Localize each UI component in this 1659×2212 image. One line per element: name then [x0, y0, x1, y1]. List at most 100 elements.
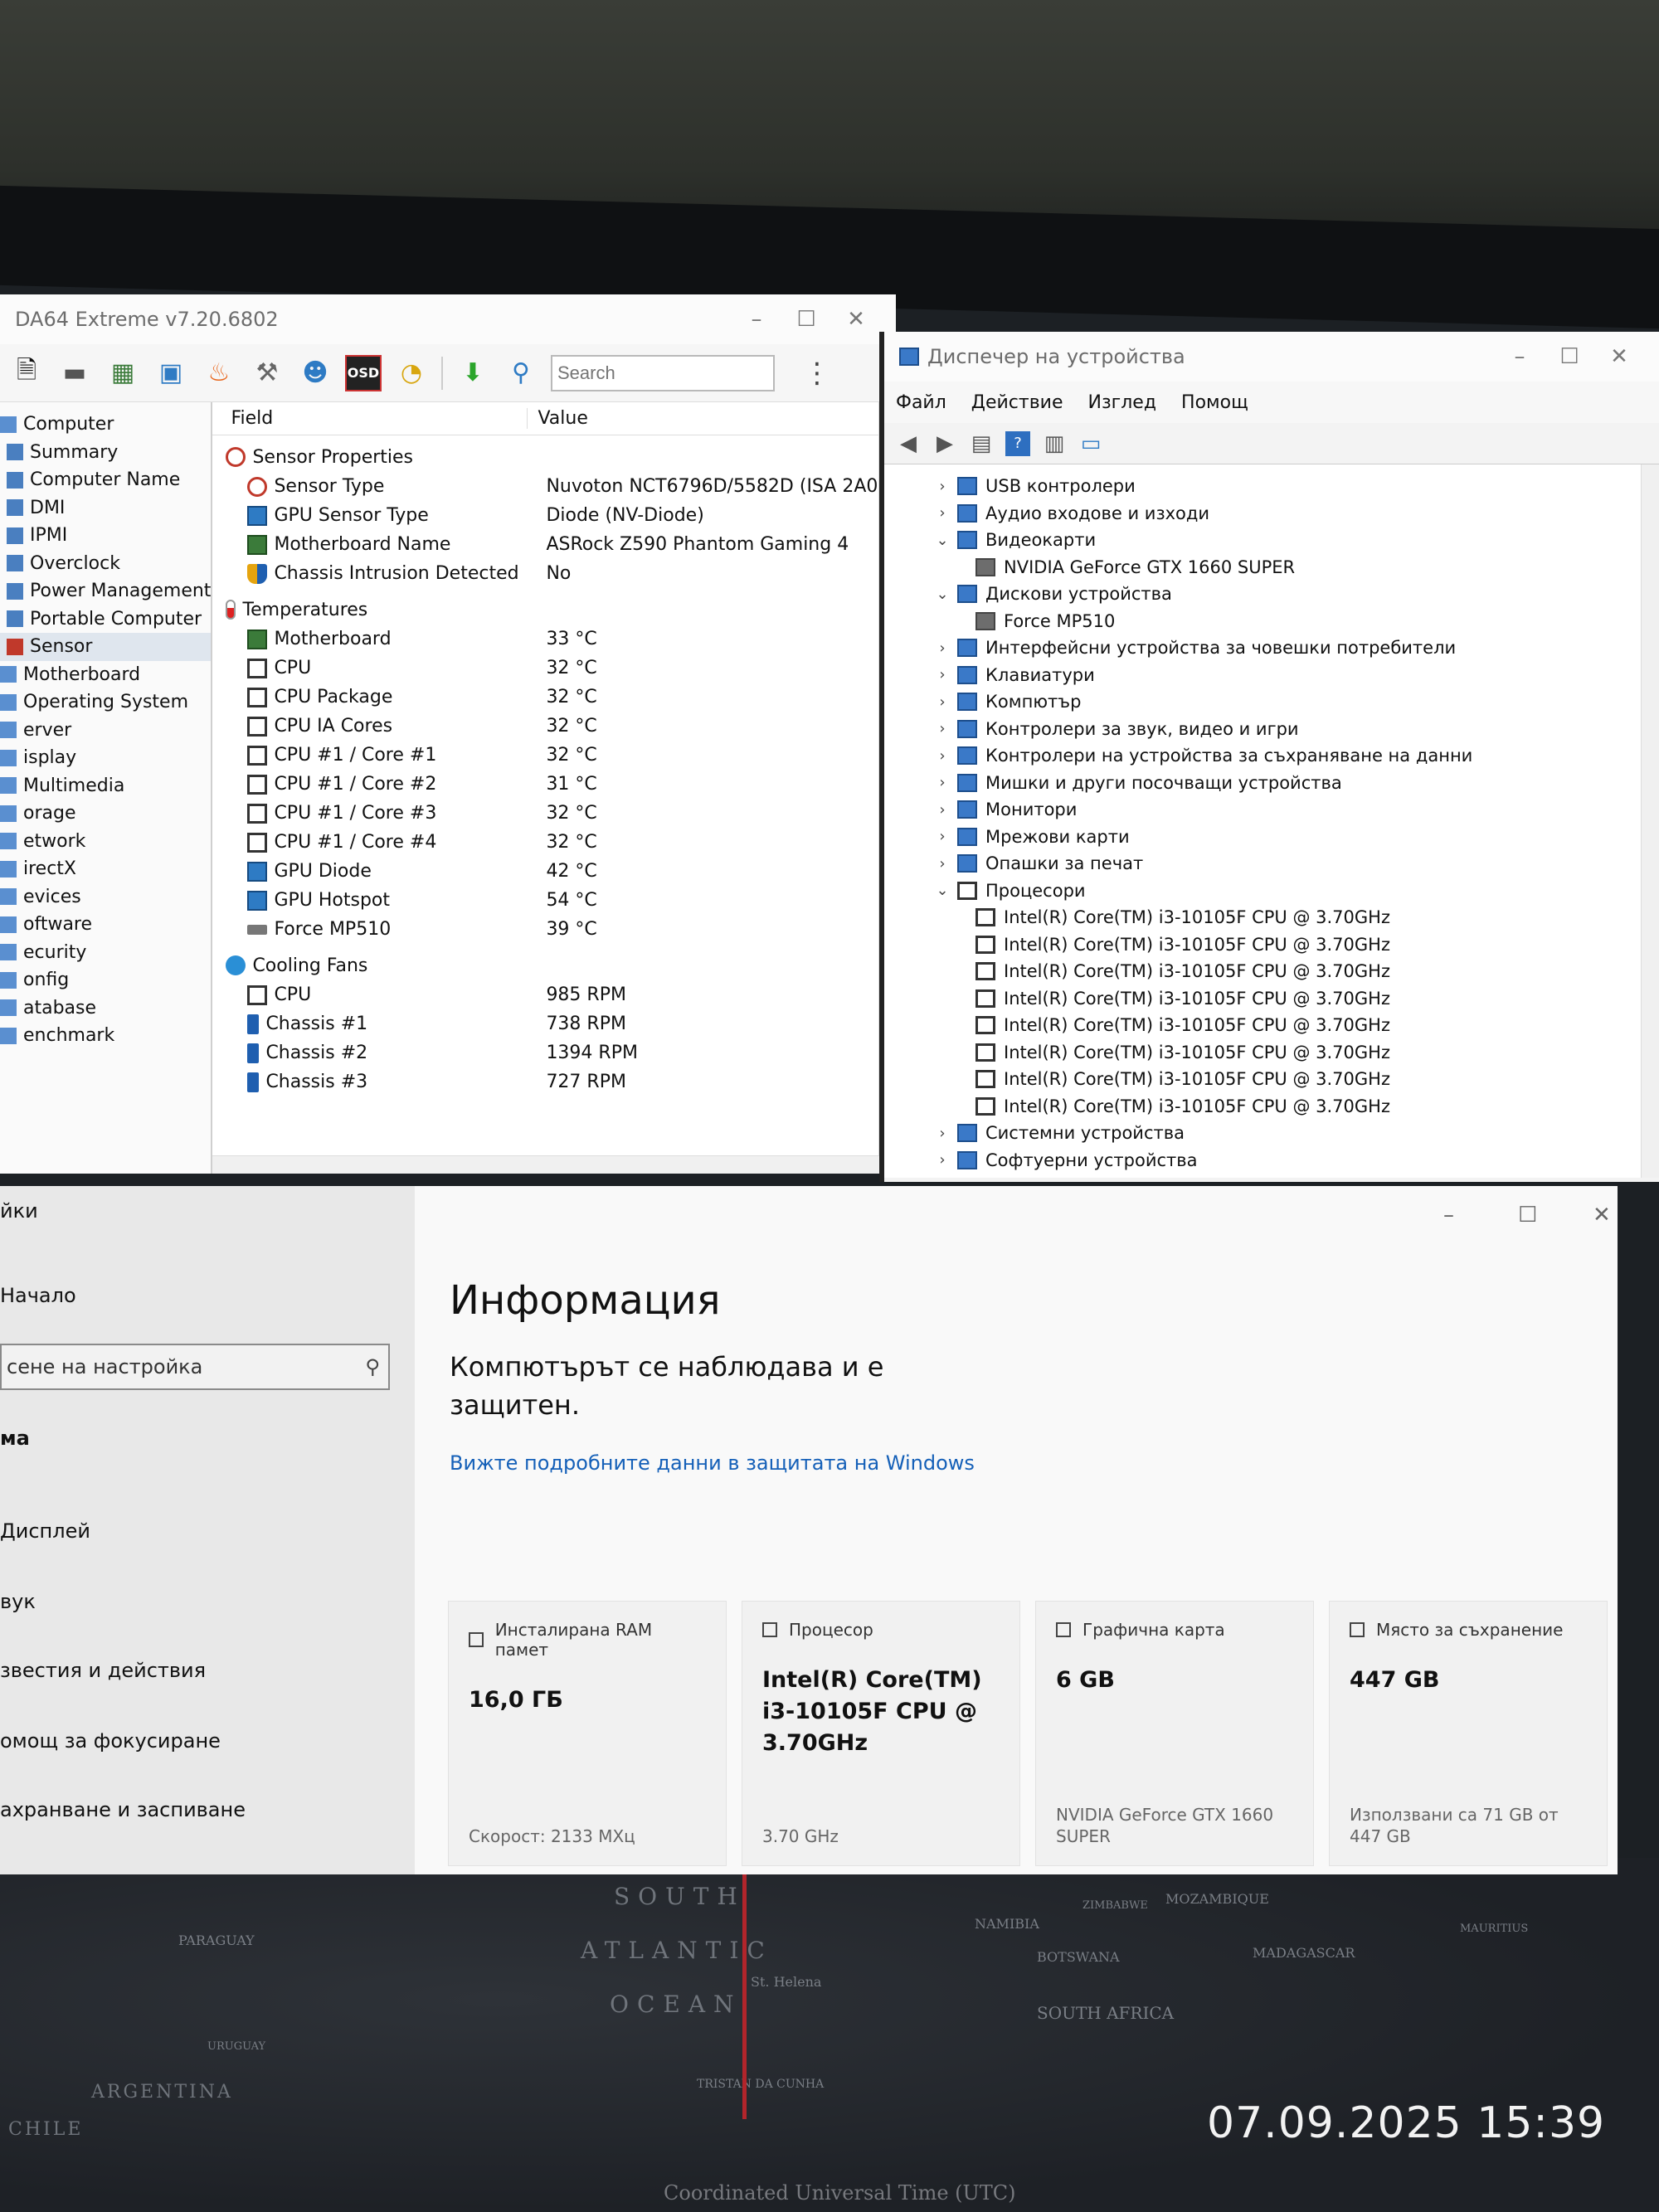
processor-card[interactable]: Процесор Intel(R) Core(TM) i3-10105F CPU… — [742, 1601, 1020, 1866]
device-category[interactable]: ⌄ Процесори — [884, 878, 1659, 905]
chevron-right-icon[interactable]: › — [934, 1125, 951, 1142]
tree-item-dmi[interactable]: DMI — [0, 494, 211, 523]
menu-view[interactable]: Изглед — [1088, 392, 1157, 413]
chevron-down-icon[interactable]: ⌄ — [934, 532, 951, 549]
close-icon[interactable]: ✕ — [1593, 1203, 1611, 1228]
minimize-icon[interactable]: – — [1495, 344, 1545, 369]
sensor-row[interactable]: GPU Hotspot 54 °C — [212, 886, 896, 915]
close-icon[interactable]: ✕ — [1594, 344, 1644, 369]
osd-icon[interactable]: OSD — [345, 354, 382, 391]
device-category[interactable]: › Компютър — [884, 688, 1659, 716]
tree-item-onfig[interactable]: onfig — [0, 966, 211, 994]
chevron-right-icon[interactable]: › — [934, 720, 951, 737]
device-category[interactable]: › Клавиатури — [884, 662, 1659, 689]
flame-icon[interactable]: ♨ — [201, 355, 237, 391]
security-details-link[interactable]: Вижте подробните данни в защитата на Win… — [450, 1451, 975, 1475]
sensor-row[interactable]: Motherboard Name ASRock Z590 Phantom Gami… — [212, 530, 896, 559]
sidebar-item-home[interactable]: Начало — [0, 1284, 76, 1307]
device-item[interactable]: Intel(R) Core(TM) i3-10105F CPU @ 3.70GH… — [884, 1012, 1659, 1039]
maximize-icon[interactable]: ☐ — [1545, 344, 1594, 369]
close-icon[interactable]: ✕ — [831, 307, 881, 332]
tree-item-evices[interactable]: evices — [0, 883, 211, 912]
tree-item-orage[interactable]: orage — [0, 800, 211, 828]
sidebar-item-focus-assist[interactable]: омощ за фокусиране — [0, 1729, 221, 1753]
sensor-row[interactable]: Chassis Intrusion Detected No — [212, 559, 896, 588]
maximize-icon[interactable]: ☐ — [1518, 1203, 1537, 1228]
device-category[interactable]: › Мишки и други посочващи устройства — [884, 770, 1659, 797]
sensor-group-header[interactable]: Temperatures — [212, 595, 896, 625]
sidebar-item-power-sleep[interactable]: ахранване и заспиване — [0, 1798, 246, 1821]
tree-item-enchmark[interactable]: enchmark — [0, 1022, 211, 1050]
graphics-card[interactable]: Графична карта 6 GB NVIDIA GeForce GTX 1… — [1035, 1601, 1314, 1866]
storage-card[interactable]: Място за съхранение 447 GB Използвани са… — [1329, 1601, 1608, 1866]
sensor-row[interactable]: Force MP510 39 °C — [212, 915, 896, 944]
tree-item-erver[interactable]: erver — [0, 717, 211, 745]
device-item[interactable]: Intel(R) Core(TM) i3-10105F CPU @ 3.70GH… — [884, 985, 1659, 1013]
tree-item-computer[interactable]: Computer — [0, 411, 211, 439]
ram-icon[interactable]: ▬ — [56, 355, 93, 391]
chevron-right-icon[interactable]: › — [934, 639, 951, 657]
sensor-row[interactable]: GPU Diode 42 °C — [212, 857, 896, 886]
device-category[interactable]: › Системни устройства — [884, 1120, 1659, 1147]
aida64-titlebar[interactable]: DA64 Extreme v7.20.6802 – ☐ ✕ — [0, 294, 896, 344]
monitor-icon[interactable]: ▭ — [1078, 431, 1103, 456]
tree-item-summary[interactable]: Summary — [0, 439, 211, 467]
chevron-right-icon[interactable]: › — [934, 828, 951, 845]
sensor-group-header[interactable]: Sensor Properties — [212, 442, 896, 472]
forward-icon[interactable]: ▶ — [932, 431, 957, 456]
search-icon[interactable]: ⚲ — [503, 355, 539, 391]
tree-item-irectx[interactable]: irectX — [0, 855, 211, 883]
device-category[interactable]: ⌄ Видеокарти — [884, 527, 1659, 554]
sensor-row[interactable]: Motherboard 33 °C — [212, 625, 896, 654]
sensor-row[interactable]: Chassis #1 738 RPM — [212, 1009, 896, 1038]
chevron-right-icon[interactable]: › — [934, 1151, 951, 1169]
sensor-row[interactable]: CPU #1 / Core #4 32 °C — [212, 828, 896, 857]
tree-item-portable-computer[interactable]: Portable Computer — [0, 605, 211, 634]
sidebar-item-sound[interactable]: вук — [0, 1590, 36, 1613]
maximize-icon[interactable]: ☐ — [781, 307, 831, 332]
device-category[interactable]: › Монитори — [884, 796, 1659, 824]
search-icon[interactable]: ⚲ — [365, 1355, 380, 1378]
column-field[interactable]: Field — [212, 408, 528, 429]
device-category[interactable]: ⌄ Дискови устройства — [884, 581, 1659, 608]
motherboard-icon[interactable]: ▦ — [105, 355, 141, 391]
settings-window[interactable]: йки Начало сене на настройка ⚲ ма Диспле… — [0, 1186, 1618, 1874]
details-icon[interactable]: ▥ — [1042, 431, 1067, 456]
report-icon[interactable]: 🗎 — [8, 355, 45, 391]
chevron-right-icon[interactable]: › — [934, 478, 951, 495]
settings-search-input[interactable]: сене на настройка ⚲ — [0, 1344, 390, 1390]
network-icon[interactable]: ▣ — [153, 355, 189, 391]
sensor-row[interactable]: CPU Package 32 °C — [212, 683, 896, 712]
sensor-row[interactable]: Chassis #3 727 RPM — [212, 1067, 896, 1096]
horizontal-scrollbar[interactable] — [212, 1155, 896, 1174]
device-item[interactable]: Intel(R) Core(TM) i3-10105F CPU @ 3.70GH… — [884, 904, 1659, 931]
back-icon[interactable]: ◀ — [896, 431, 921, 456]
minimize-icon[interactable]: – — [1443, 1203, 1454, 1228]
chevron-down-icon[interactable]: ⌄ — [934, 882, 951, 899]
sidebar-item-notifications[interactable]: звестия и действия — [0, 1659, 206, 1682]
menu-action[interactable]: Действие — [971, 392, 1063, 413]
chevron-right-icon[interactable]: › — [934, 774, 951, 791]
sensor-row[interactable]: CPU 985 RPM — [212, 980, 896, 1009]
sensor-row[interactable]: GPU Sensor Type Diode (NV-Diode) — [212, 501, 896, 530]
device-manager-titlebar[interactable]: Диспечер на устройства – ☐ ✕ — [884, 332, 1659, 382]
more-options-icon[interactable]: ⋮ — [786, 357, 831, 390]
sensor-row[interactable]: CPU #1 / Core #3 32 °C — [212, 799, 896, 828]
device-category[interactable]: › Мрежови карти — [884, 824, 1659, 851]
help-icon[interactable]: ? — [1005, 430, 1030, 456]
tree-item-operating-system[interactable]: Operating System — [0, 688, 211, 717]
device-category[interactable]: › Опашки за печат — [884, 850, 1659, 878]
chevron-right-icon[interactable]: › — [934, 747, 951, 765]
chevron-right-icon[interactable]: › — [934, 666, 951, 683]
tree-item-ipmi[interactable]: IPMI — [0, 522, 211, 550]
sensor-row[interactable]: CPU #1 / Core #1 32 °C — [212, 741, 896, 770]
sensor-group-header[interactable]: Cooling Fans — [212, 950, 896, 980]
device-item[interactable]: Intel(R) Core(TM) i3-10105F CPU @ 3.70GH… — [884, 958, 1659, 985]
search-input[interactable] — [551, 354, 775, 391]
sensor-row[interactable]: CPU 32 °C — [212, 654, 896, 683]
tool-icon[interactable]: ⚒ — [249, 355, 285, 391]
tree-item-power-management[interactable]: Power Management — [0, 577, 211, 605]
sensor-row[interactable]: Sensor Type Nuvoton NCT6796D/5582D (ISA 2… — [212, 472, 896, 501]
sensor-row[interactable]: Chassis #2 1394 RPM — [212, 1038, 896, 1067]
tree-item-overclock[interactable]: Overclock — [0, 550, 211, 578]
